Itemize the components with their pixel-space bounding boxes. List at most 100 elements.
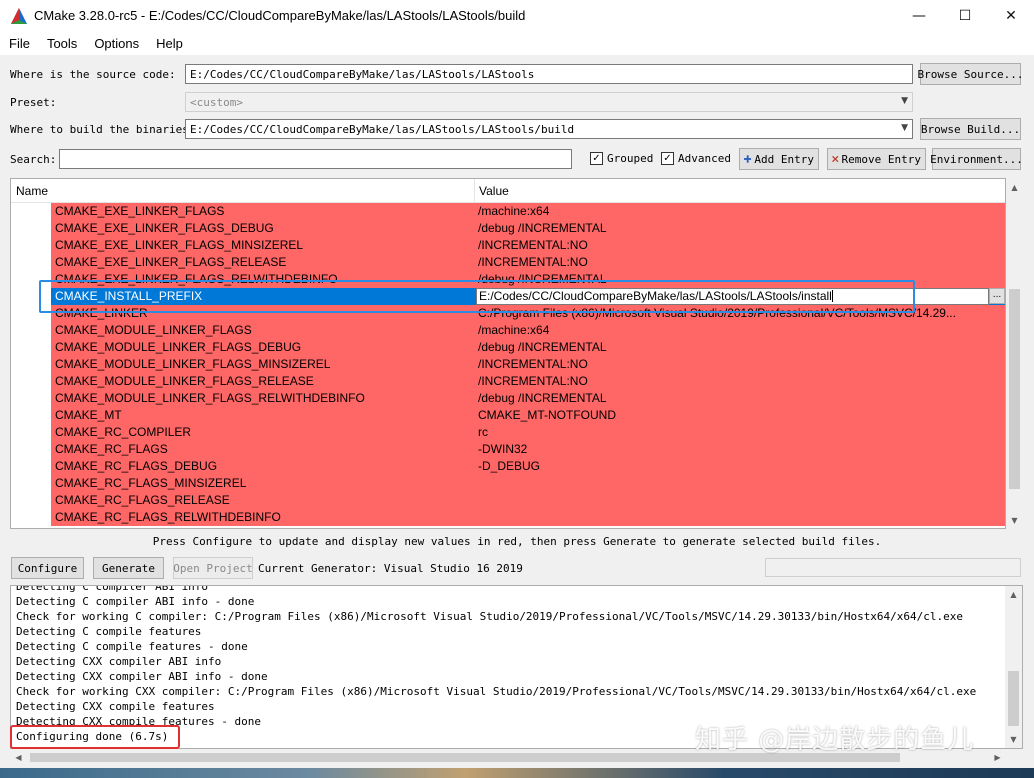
menu-tools[interactable]: Tools [38,36,85,51]
table-row[interactable]: CMAKE_EXE_LINKER_FLAGS_DEBUG/debug /INCR… [51,220,1005,237]
chevron-down-icon: ▼ [901,96,908,106]
scroll-right-icon[interactable]: ▶ [989,749,1006,766]
build-path-combo[interactable]: E:/Codes/CC/CloudCompareByMake/las/LASto… [185,119,913,139]
scroll-up-icon[interactable]: ▲ [1005,586,1022,603]
annotation-red-box [10,725,180,749]
log-vertical-scrollbar[interactable]: ▲ ▼ [1005,586,1022,748]
menu-options[interactable]: Options [85,36,147,51]
table-row[interactable]: CMAKE_MODULE_LINKER_FLAGS_DEBUG/debug /I… [51,339,1005,356]
table-row[interactable]: CMAKE_RC_FLAGS_DEBUG -D_DEBUG [51,458,1005,475]
log-line: Detecting C compiler ABI info [16,585,209,593]
source-path-field[interactable]: E:/Codes/CC/CloudCompareByMake/las/LASto… [185,64,913,84]
cache-entry-name: CMAKE_EXE_LINKER_FLAGS_MINSIZEREL [55,238,304,252]
cache-entry-value: -DWIN32 [478,442,528,456]
scroll-thumb[interactable] [1008,671,1019,726]
column-value-header[interactable]: Value [479,184,509,198]
cache-entry-name: CMAKE_MODULE_LINKER_FLAGS_RELWITHDEBINFO [55,391,365,405]
table-vertical-scrollbar[interactable]: ▲ ▼ [1006,179,1023,529]
log-line: Detecting CXX compiler ABI info - done [16,670,268,683]
cache-entry-value: /machine:x64 [478,204,550,218]
cache-entry-name: CMAKE_MODULE_LINKER_FLAGS [55,323,252,337]
configure-button[interactable]: Configure [11,557,84,579]
build-path-value: E:/Codes/CC/CloudCompareByMake/las/LASto… [190,122,575,136]
table-row[interactable]: CMAKE_RC_COMPILER rc [51,424,1005,441]
hint-text: Press Configure to update and display ne… [152,535,882,548]
cache-entry-value: /debug /INCREMENTAL [478,221,607,235]
cache-entry-value: /debug /INCREMENTAL [478,340,607,354]
cmake-logo-icon [10,7,28,25]
cache-entry-name: CMAKE_RC_FLAGS_DEBUG [55,459,218,473]
table-row[interactable]: CMAKE_MT CMAKE_MT-NOTFOUND [51,407,1005,424]
table-row[interactable]: CMAKE_MODULE_LINKER_FLAGS_RELWITHDEBINFO… [51,390,1005,407]
menu-help[interactable]: Help [147,36,191,51]
cache-entry-value: rc [478,425,488,439]
chevron-down-icon[interactable]: ▼ [901,123,908,133]
column-divider[interactable] [474,179,475,203]
plus-icon [744,155,752,163]
cache-entry-name: CMAKE_MODULE_LINKER_FLAGS_RELEASE [55,374,314,388]
grouped-checkbox[interactable]: ✓ Grouped [590,152,653,165]
scroll-thumb[interactable] [1009,289,1020,489]
table-row[interactable]: CMAKE_RC_FLAGS_MINSIZEREL [51,475,1005,492]
remove-entry-button[interactable]: Remove Entry [827,148,926,170]
preset-label: Preset: [10,96,57,109]
scroll-left-icon[interactable]: ◀ [10,749,27,766]
title-bar: CMake 3.28.0-rc5 - E:/Codes/CC/CloudComp… [0,0,1034,31]
cache-entry-value: -D_DEBUG [478,459,541,473]
table-row[interactable]: CMAKE_MODULE_LINKER_FLAGS_MINSIZEREL/INC… [51,356,1005,373]
remove-entry-label: Remove Entry [841,152,921,166]
add-entry-label: Add Entry [754,152,814,166]
menu-file[interactable]: File [0,36,38,51]
preset-value: <custom> [190,95,243,109]
log-line: Check for working C compiler: C:/Program… [16,610,964,623]
window-title: CMake 3.28.0-rc5 - E:/Codes/CC/CloudComp… [34,8,526,23]
table-header: Name Value [11,179,1005,203]
cache-entry-name: CMAKE_RC_COMPILER [55,425,192,439]
add-entry-button[interactable]: Add Entry [739,148,819,170]
menu-bar: File Tools Options Help [0,31,1034,55]
check-icon[interactable]: ✓ [590,152,603,165]
table-row[interactable]: CMAKE_RC_FLAGS -DWIN32 [51,441,1005,458]
maximize-button[interactable]: ☐ [942,0,988,31]
table-row[interactable]: CMAKE_EXE_LINKER_FLAGS_MINSIZEREL/INCREM… [51,237,1005,254]
browse-path-button[interactable]: ... [989,288,1005,304]
preset-combo: <custom> ▼ [185,92,913,112]
cache-entry-value: /INCREMENTAL:NO [478,238,588,252]
scroll-up-icon[interactable]: ▲ [1006,179,1023,196]
search-input[interactable] [59,149,572,169]
table-row[interactable]: CMAKE_RC_FLAGS_RELEASE [51,492,1005,509]
build-label: Where to build the binaries: [10,123,196,136]
cache-entry-name: CMAKE_RC_FLAGS_RELEASE [55,493,230,507]
log-line: Detecting CXX compiler ABI info [16,655,222,668]
browse-build-button[interactable]: Browse Build... [920,118,1021,140]
close-button[interactable]: ✕ [988,0,1034,31]
table-row[interactable]: CMAKE_MODULE_LINKER_FLAGS/machine:x64 [51,322,1005,339]
cache-entry-name: CMAKE_EXE_LINKER_FLAGS [55,204,225,218]
cache-entry-name: CMAKE_RC_FLAGS_RELWITHDEBINFO [55,510,281,524]
cache-entry-value: CMAKE_MT-NOTFOUND [478,408,616,422]
minimize-button[interactable]: — [896,0,942,31]
watermark: 知乎 @岸边散步的鱼儿 [695,725,975,755]
cache-entry-value: /machine:x64 [478,323,550,337]
generate-button[interactable]: Generate [93,557,164,579]
table-row[interactable]: CMAKE_RC_FLAGS_RELWITHDEBINFO [51,509,1005,526]
cache-entry-value: /INCREMENTAL:NO [478,357,588,371]
advanced-checkbox[interactable]: ✓ Advanced [661,152,731,165]
column-name-header[interactable]: Name [16,184,48,198]
scroll-down-icon[interactable]: ▼ [1005,731,1022,748]
cache-entry-name: CMAKE_RC_FLAGS_MINSIZEREL [55,476,247,490]
environment-button[interactable]: Environment... [930,148,1023,170]
cache-table[interactable]: Name Value CMAKE_EXE_LINKER_FLAGS/machin… [10,178,1006,529]
log-line: Check for working CXX compiler: C:/Progr… [16,685,977,698]
progress-bar [765,558,1021,577]
search-label: Search: [10,153,57,166]
log-line: Detecting C compile features [16,625,202,638]
browse-source-button[interactable]: Browse Source... [918,63,1023,85]
advanced-label: Advanced [678,152,731,165]
table-row[interactable]: CMAKE_EXE_LINKER_FLAGS_RELEASE/INCREMENT… [51,254,1005,271]
table-row[interactable]: CMAKE_EXE_LINKER_FLAGS/machine:x64 [51,203,1005,220]
log-line: Detecting C compile features - done [16,640,248,653]
scroll-down-icon[interactable]: ▼ [1006,512,1023,529]
table-row[interactable]: CMAKE_MODULE_LINKER_FLAGS_RELEASE/INCREM… [51,373,1005,390]
check-icon[interactable]: ✓ [661,152,674,165]
